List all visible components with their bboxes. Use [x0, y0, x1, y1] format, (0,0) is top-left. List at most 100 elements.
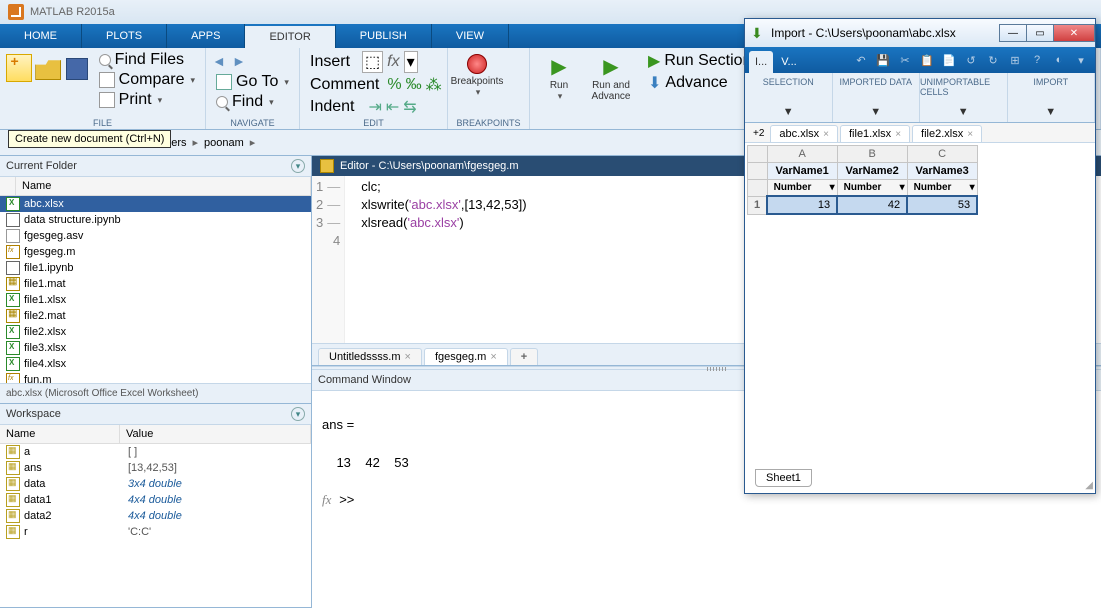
find-files-button[interactable]: Find Files — [95, 50, 199, 70]
file-details: abc.xlsx (Microsoft Office Excel Workshe… — [0, 383, 311, 403]
panel-menu-icon[interactable]: ▾ — [291, 159, 305, 173]
ws-name-col[interactable]: Name — [0, 425, 120, 443]
run-section-button[interactable]: ▶Run Section — [644, 50, 755, 72]
variable-icon — [6, 525, 20, 539]
toolbar-icon[interactable]: ↻ — [983, 51, 1003, 69]
import-sections: SELECTIONIMPORTED DATAUNIMPORTABLE CELLS… — [745, 73, 1095, 123]
minimize-button[interactable]: — — [999, 24, 1027, 42]
import-titlebar[interactable]: Import - C:\Users\poonam\abc.xlsx — ▭ ✕ — [745, 19, 1095, 47]
file-row[interactable]: file2.xlsx — [0, 324, 311, 340]
view-tab[interactable]: V... — [775, 51, 803, 73]
variable-icon — [6, 461, 20, 475]
close-icon[interactable]: × — [405, 351, 411, 363]
main-tab-editor[interactable]: EDITOR — [245, 24, 335, 48]
app-title: MATLAB R2015a — [30, 6, 115, 18]
import-file-tab[interactable]: file1.xlsx × — [840, 125, 910, 142]
import-section[interactable]: UNIMPORTABLE CELLS — [920, 73, 1008, 122]
close-icon[interactable]: × — [967, 129, 973, 140]
file-row[interactable]: file3.xlsx — [0, 340, 311, 356]
compare-button[interactable]: Compare — [95, 70, 199, 90]
workspace-row[interactable]: data24x4 double — [0, 508, 311, 524]
goto-button[interactable]: Go To — [212, 72, 293, 92]
main-tab-view[interactable]: VIEW — [432, 24, 509, 48]
import-file-tab[interactable]: file2.xlsx × — [912, 125, 982, 142]
fwd-icon[interactable] — [232, 53, 248, 69]
workspace-header: Workspace ▾ — [0, 404, 311, 425]
toolbar-icon[interactable]: 💾 — [873, 51, 893, 69]
new-tab-button[interactable]: + — [510, 348, 538, 365]
overflow-tabs[interactable]: +2 — [749, 125, 768, 142]
ws-value-col[interactable]: Value — [120, 425, 311, 443]
open-button[interactable] — [35, 50, 62, 110]
close-icon[interactable]: × — [895, 129, 901, 140]
find-button[interactable]: Find — [212, 92, 293, 112]
toolbar-icon[interactable]: ⊞ — [1005, 51, 1025, 69]
dropdown-icon[interactable]: ▾ — [1071, 51, 1091, 69]
import-section[interactable]: IMPORT — [1008, 73, 1096, 122]
workspace-row[interactable]: data14x4 double — [0, 492, 311, 508]
sheet-tab[interactable]: Sheet1 — [755, 469, 812, 487]
toolbar-icon[interactable]: ↺ — [961, 51, 981, 69]
file-row[interactable]: abc.xlsx — [0, 196, 311, 212]
insert-button[interactable]: Insert ⬚ fx ▾ — [306, 50, 441, 74]
file-row[interactable]: file2.mat — [0, 308, 311, 324]
main-tab-home[interactable]: HOME — [0, 24, 82, 48]
import-grid[interactable]: A B C VarName1 VarName2 VarName3 Number … — [745, 143, 1095, 493]
breakpoints-button[interactable]: Breakpoints — [454, 50, 500, 98]
run-button[interactable]: Run — [536, 50, 582, 102]
main-tab-apps[interactable]: APPS — [167, 24, 245, 48]
toolbar-icon[interactable]: 📄 — [939, 51, 959, 69]
advance-button[interactable]: ⬇Advance — [644, 72, 755, 94]
import-section[interactable]: SELECTION — [745, 73, 833, 122]
close-button[interactable]: ✕ — [1053, 24, 1095, 42]
file-row[interactable]: fgesgeg.asv — [0, 228, 311, 244]
toolbar-icon[interactable]: ✂ — [895, 51, 915, 69]
file-row[interactable]: data structure.ipynb — [0, 212, 311, 228]
new-button[interactable] — [6, 50, 33, 110]
print-button[interactable]: Print — [95, 90, 199, 110]
file-icon — [6, 277, 20, 291]
main-tab-publish[interactable]: PUBLISH — [336, 24, 432, 48]
import-section[interactable]: IMPORTED DATA — [833, 73, 921, 122]
toolbar-icon[interactable]: ◐ — [1049, 51, 1069, 69]
import-file-tab[interactable]: abc.xlsx × — [770, 125, 838, 142]
file-icon — [6, 341, 20, 355]
maximize-button[interactable]: ▭ — [1026, 24, 1054, 42]
editor-tab[interactable]: Untitledssss.m × — [318, 348, 422, 365]
file-icon — [6, 261, 20, 275]
workspace-row[interactable]: ans[13,42,53] — [0, 460, 311, 476]
file-row[interactable]: file4.xlsx — [0, 356, 311, 372]
file-list[interactable]: abc.xlsxdata structure.ipynbfgesgeg.asvf… — [0, 196, 311, 383]
file-row[interactable]: fun.m — [0, 372, 311, 383]
close-icon[interactable]: × — [823, 129, 829, 140]
close-icon[interactable]: × — [490, 351, 496, 363]
import-tab[interactable]: I... — [749, 51, 773, 73]
file-row[interactable]: file1.ipynb — [0, 260, 311, 276]
run-advance-button[interactable]: Run and Advance — [584, 50, 638, 102]
file-icon — [6, 229, 20, 243]
help-icon[interactable]: ? — [1027, 51, 1047, 69]
file-row[interactable]: fgesgeg.m — [0, 244, 311, 260]
file-row[interactable]: file1.xlsx — [0, 292, 311, 308]
file-icon — [6, 373, 20, 383]
main-tab-plots[interactable]: PLOTS — [82, 24, 167, 48]
variable-icon — [6, 445, 20, 459]
import-window: Import - C:\Users\poonam\abc.xlsx — ▭ ✕ … — [744, 18, 1096, 494]
breadcrumb-segment[interactable]: poonam — [204, 137, 244, 149]
resize-grip-icon[interactable]: ◢ — [1085, 480, 1093, 491]
back-icon[interactable] — [212, 53, 228, 69]
comment-button[interactable]: Comment % ‰ ⁂ — [306, 74, 441, 96]
workspace-list[interactable]: a[ ]ans[13,42,53]data3x4 doubledata14x4 … — [0, 444, 311, 607]
editor-tab[interactable]: fgesgeg.m × — [424, 348, 508, 365]
file-icon — [6, 293, 20, 307]
workspace-row[interactable]: data3x4 double — [0, 476, 311, 492]
indent-button[interactable]: Indent ⇥ ⇤ ⇆ — [306, 96, 441, 118]
name-column-header[interactable]: Name — [16, 177, 311, 195]
save-button[interactable] — [64, 50, 91, 110]
toolbar-icon[interactable]: 📋 — [917, 51, 937, 69]
toolbar-icon[interactable]: ↶ — [851, 51, 871, 69]
panel-menu-icon[interactable]: ▾ — [291, 407, 305, 421]
workspace-row[interactable]: a[ ] — [0, 444, 311, 460]
workspace-row[interactable]: r'C:C' — [0, 524, 311, 540]
file-row[interactable]: file1.mat — [0, 276, 311, 292]
